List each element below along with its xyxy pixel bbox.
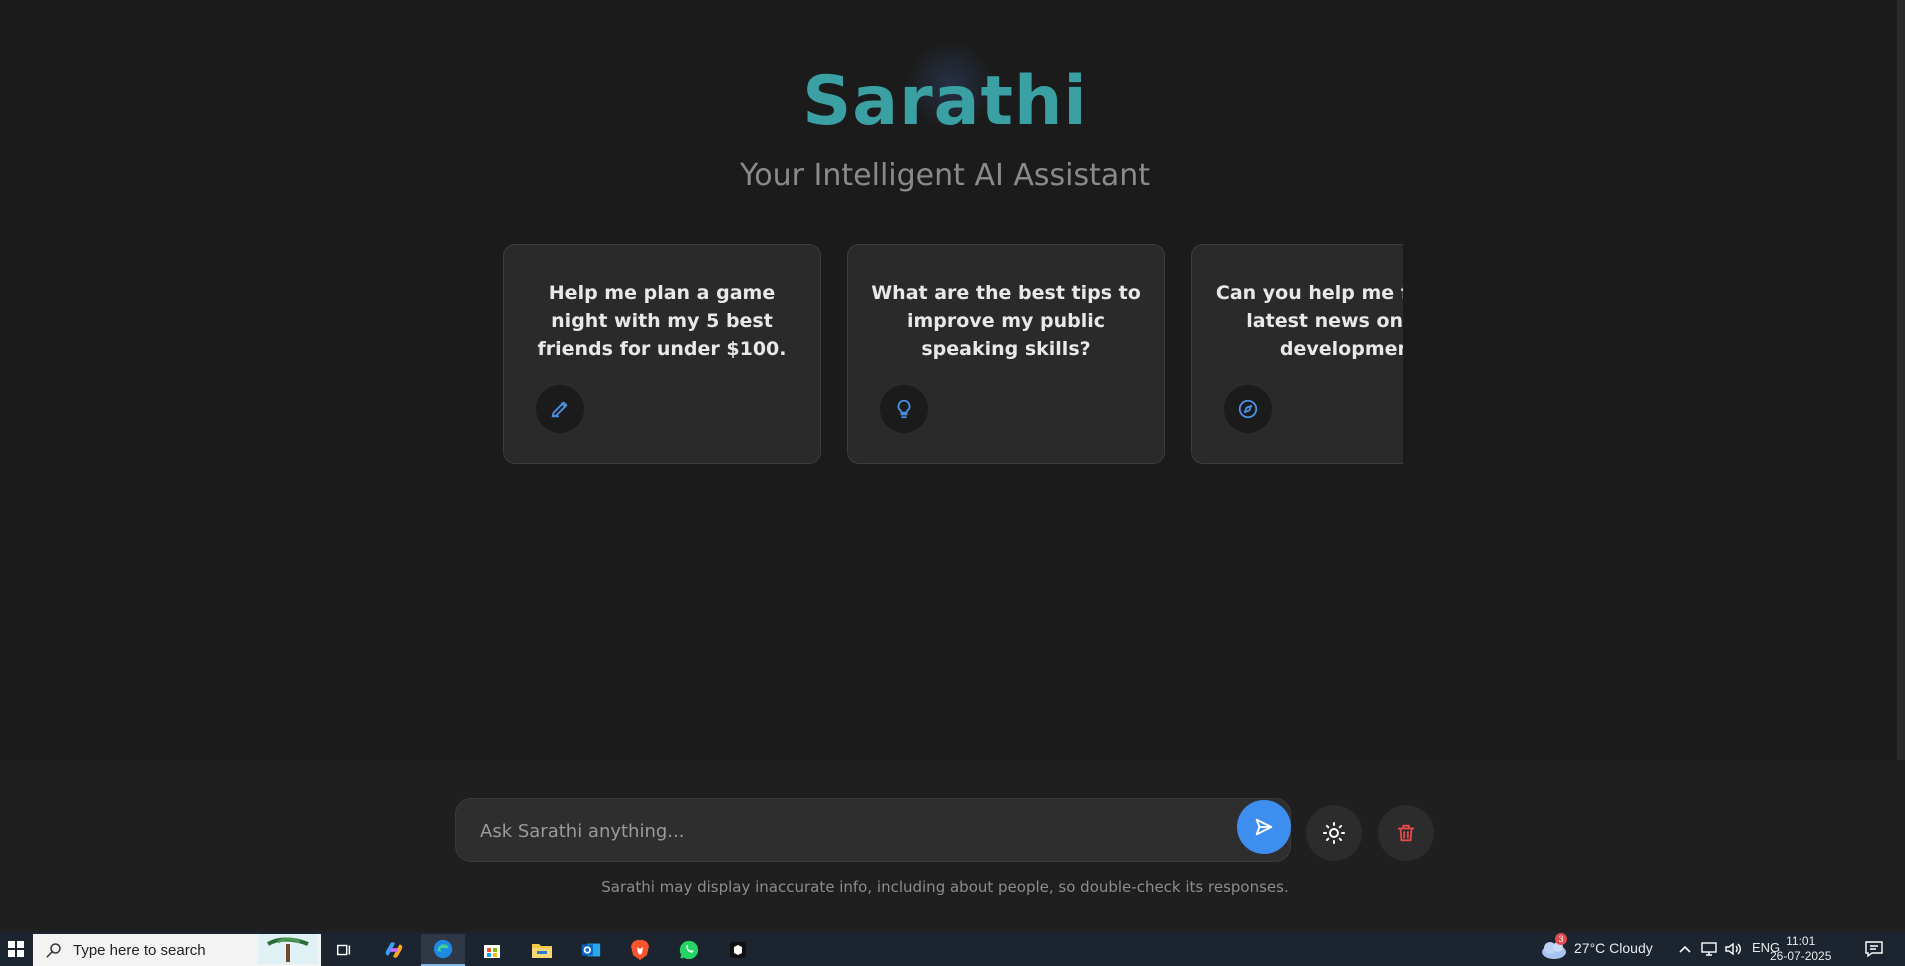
taskbar-brave[interactable] [618, 934, 662, 966]
suggestion-card-web-news[interactable]: Can you help me find the latest news on … [1191, 244, 1403, 464]
page-title: Sarathi [802, 62, 1088, 141]
suggestion-card-text: What are the best tips to improve my pub… [871, 282, 1141, 360]
copilot-icon [385, 942, 403, 958]
taskbar-task-view[interactable] [322, 934, 366, 966]
windows-taskbar: Type here to search 3 27°C Cloudy ENG 11… [0, 932, 1905, 966]
taskbar-whatsapp[interactable] [667, 934, 711, 966]
store-icon [484, 945, 500, 958]
taskbar-outlook[interactable] [569, 934, 613, 966]
outlook-icon [581, 943, 601, 957]
clear-chat-button[interactable] [1378, 805, 1434, 861]
search-highlight-illustration [258, 934, 318, 964]
clock-date: 26-07-2025 [1770, 949, 1832, 963]
file-explorer-icon [532, 944, 552, 958]
suggestion-card-text: Can you help me find the latest news on … [1215, 282, 1403, 360]
page-subtitle: Your Intelligent AI Assistant [739, 158, 1151, 193]
suggestion-cards: Help me plan a game night with my 5 best… [503, 244, 1403, 466]
send-icon [1255, 818, 1273, 836]
pencil-icon [536, 385, 584, 433]
task-view-icon [336, 944, 351, 956]
sun-icon [1323, 822, 1345, 844]
taskbar-file-explorer[interactable] [520, 934, 564, 966]
theme-toggle-button[interactable] [1306, 805, 1362, 861]
weather-alert-badge: 3 [1555, 933, 1567, 945]
volume-icon[interactable] [1724, 941, 1742, 957]
lightbulb-icon [880, 385, 928, 433]
taskbar-store[interactable] [470, 934, 514, 966]
weather-text[interactable]: 27°C Cloudy [1574, 940, 1653, 956]
taskbar-copilot[interactable] [372, 934, 416, 966]
edge-icon [433, 939, 453, 959]
suggestion-card-text: Help me plan a game night with my 5 best… [537, 282, 787, 360]
search-icon [46, 943, 61, 958]
message-input[interactable] [478, 813, 1222, 849]
compass-icon [1224, 385, 1272, 433]
disclaimer-text: Sarathi may display inaccurate info, inc… [601, 878, 1289, 896]
suggestion-card-public-speaking[interactable]: What are the best tips to improve my pub… [847, 244, 1165, 464]
whatsapp-icon [679, 940, 699, 960]
app-icon [730, 942, 746, 958]
windows-logo-icon [8, 941, 24, 957]
taskbar-search-placeholder: Type here to search [73, 942, 206, 959]
chevron-up-icon[interactable] [1678, 942, 1692, 956]
suggestion-card-game-night[interactable]: Help me plan a game night with my 5 best… [503, 244, 821, 464]
taskbar-edge[interactable] [421, 934, 465, 966]
notifications-icon[interactable] [1864, 940, 1884, 958]
taskbar-search[interactable]: Type here to search [33, 934, 321, 966]
brave-icon [631, 940, 649, 960]
send-button[interactable] [1237, 800, 1291, 854]
taskbar-clock[interactable]: 11:01 26-07-2025 [1770, 934, 1831, 966]
network-icon[interactable] [1700, 941, 1718, 957]
start-button[interactable] [0, 932, 32, 966]
message-input-container [455, 798, 1291, 862]
clock-time: 11:01 [1786, 934, 1816, 948]
trash-icon [1397, 824, 1415, 842]
taskbar-app[interactable] [716, 934, 760, 966]
